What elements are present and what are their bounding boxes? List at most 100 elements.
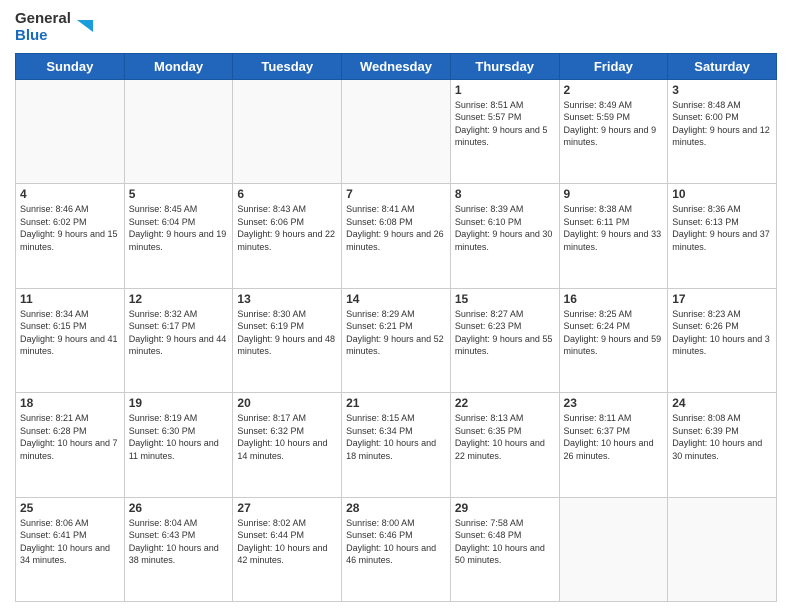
day-number: 23 xyxy=(564,396,664,410)
day-info: Sunrise: 8:48 AM Sunset: 6:00 PM Dayligh… xyxy=(672,99,772,149)
calendar-cell: 6 Sunrise: 8:43 AM Sunset: 6:06 PM Daylig… xyxy=(233,184,342,289)
calendar-week-1: 1Sunrise: 8:51 AM Sunset: 5:57 PM Daylig… xyxy=(16,79,777,184)
day-info: Sunrise: 8:45 AM Sunset: 6:04 PM Dayligh… xyxy=(129,203,229,253)
calendar-cell: 7 Sunrise: 8:41 AM Sunset: 6:08 PM Daylig… xyxy=(342,184,451,289)
day-number: 21 xyxy=(346,396,446,410)
calendar-cell: 20 Sunrise: 8:17 AM Sunset: 6:32 PM Dayli… xyxy=(233,393,342,498)
calendar-header: SundayMondayTuesdayWednesdayThursdayFrid… xyxy=(16,53,777,79)
day-number: 24 xyxy=(672,396,772,410)
day-number: 6 xyxy=(237,187,337,201)
day-info: Sunrise: 7:58 AM Sunset: 6:48 PM Dayligh… xyxy=(455,517,555,567)
day-number: 3 xyxy=(672,83,772,97)
calendar-cell xyxy=(668,497,777,602)
calendar-cell: 26 Sunrise: 8:04 AM Sunset: 6:43 PM Dayli… xyxy=(124,497,233,602)
day-number: 25 xyxy=(20,501,120,515)
calendar-cell: 1Sunrise: 8:51 AM Sunset: 5:57 PM Daylig… xyxy=(450,79,559,184)
header: General Blue xyxy=(15,10,777,45)
weekday-header-thursday: Thursday xyxy=(450,53,559,79)
calendar-cell: 12 Sunrise: 8:32 AM Sunset: 6:17 PM Dayli… xyxy=(124,288,233,393)
day-number: 22 xyxy=(455,396,555,410)
day-info: Sunrise: 8:04 AM Sunset: 6:43 PM Dayligh… xyxy=(129,517,229,567)
day-info: Sunrise: 8:34 AM Sunset: 6:15 PM Dayligh… xyxy=(20,308,120,358)
calendar-cell: 3 Sunrise: 8:48 AM Sunset: 6:00 PM Daylig… xyxy=(668,79,777,184)
day-number: 29 xyxy=(455,501,555,515)
day-info: Sunrise: 8:39 AM Sunset: 6:10 PM Dayligh… xyxy=(455,203,555,253)
logo-container: General Blue xyxy=(15,10,95,45)
day-info: Sunrise: 8:36 AM Sunset: 6:13 PM Dayligh… xyxy=(672,203,772,253)
weekday-header-tuesday: Tuesday xyxy=(233,53,342,79)
day-info: Sunrise: 8:15 AM Sunset: 6:34 PM Dayligh… xyxy=(346,412,446,462)
calendar-cell xyxy=(16,79,125,184)
day-number: 11 xyxy=(20,292,120,306)
calendar-cell: 25 Sunrise: 8:06 AM Sunset: 6:41 PM Dayli… xyxy=(16,497,125,602)
calendar-cell xyxy=(124,79,233,184)
calendar-cell: 21 Sunrise: 8:15 AM Sunset: 6:34 PM Dayli… xyxy=(342,393,451,498)
calendar-cell: 15 Sunrise: 8:27 AM Sunset: 6:23 PM Dayli… xyxy=(450,288,559,393)
calendar-cell: 19 Sunrise: 8:19 AM Sunset: 6:30 PM Dayli… xyxy=(124,393,233,498)
day-info: Sunrise: 8:41 AM Sunset: 6:08 PM Dayligh… xyxy=(346,203,446,253)
day-info: Sunrise: 8:27 AM Sunset: 6:23 PM Dayligh… xyxy=(455,308,555,358)
day-number: 16 xyxy=(564,292,664,306)
calendar-cell: 5 Sunrise: 8:45 AM Sunset: 6:04 PM Daylig… xyxy=(124,184,233,289)
calendar-cell: 16 Sunrise: 8:25 AM Sunset: 6:24 PM Dayli… xyxy=(559,288,668,393)
calendar-cell: 24Sunrise: 8:08 AM Sunset: 6:39 PM Dayli… xyxy=(668,393,777,498)
day-number: 19 xyxy=(129,396,229,410)
calendar-week-5: 25 Sunrise: 8:06 AM Sunset: 6:41 PM Dayli… xyxy=(16,497,777,602)
day-info: Sunrise: 8:11 AM Sunset: 6:37 PM Dayligh… xyxy=(564,412,664,462)
calendar-cell xyxy=(342,79,451,184)
calendar-cell: 9 Sunrise: 8:38 AM Sunset: 6:11 PM Daylig… xyxy=(559,184,668,289)
day-number: 5 xyxy=(129,187,229,201)
weekday-header-saturday: Saturday xyxy=(668,53,777,79)
day-info: Sunrise: 8:29 AM Sunset: 6:21 PM Dayligh… xyxy=(346,308,446,358)
calendar-cell: 11 Sunrise: 8:34 AM Sunset: 6:15 PM Dayli… xyxy=(16,288,125,393)
day-info: Sunrise: 8:17 AM Sunset: 6:32 PM Dayligh… xyxy=(237,412,337,462)
day-info: Sunrise: 8:06 AM Sunset: 6:41 PM Dayligh… xyxy=(20,517,120,567)
calendar-cell: 23 Sunrise: 8:11 AM Sunset: 6:37 PM Dayli… xyxy=(559,393,668,498)
day-number: 7 xyxy=(346,187,446,201)
day-number: 27 xyxy=(237,501,337,515)
day-info: Sunrise: 8:38 AM Sunset: 6:11 PM Dayligh… xyxy=(564,203,664,253)
day-info: Sunrise: 8:21 AM Sunset: 6:28 PM Dayligh… xyxy=(20,412,120,462)
day-info: Sunrise: 8:23 AM Sunset: 6:26 PM Dayligh… xyxy=(672,308,772,358)
logo: General Blue xyxy=(15,10,95,45)
day-info: Sunrise: 8:51 AM Sunset: 5:57 PM Dayligh… xyxy=(455,99,555,149)
weekday-header-wednesday: Wednesday xyxy=(342,53,451,79)
day-number: 26 xyxy=(129,501,229,515)
day-number: 4 xyxy=(20,187,120,201)
day-number: 14 xyxy=(346,292,446,306)
logo-text: General Blue xyxy=(15,10,71,45)
calendar-cell: 4Sunrise: 8:46 AM Sunset: 6:02 PM Daylig… xyxy=(16,184,125,289)
day-number: 18 xyxy=(20,396,120,410)
day-info: Sunrise: 8:32 AM Sunset: 6:17 PM Dayligh… xyxy=(129,308,229,358)
calendar-cell: 28Sunrise: 8:00 AM Sunset: 6:46 PM Dayli… xyxy=(342,497,451,602)
day-number: 17 xyxy=(672,292,772,306)
day-info: Sunrise: 8:30 AM Sunset: 6:19 PM Dayligh… xyxy=(237,308,337,358)
day-number: 20 xyxy=(237,396,337,410)
calendar-cell: 10Sunrise: 8:36 AM Sunset: 6:13 PM Dayli… xyxy=(668,184,777,289)
day-number: 9 xyxy=(564,187,664,201)
calendar-cell xyxy=(559,497,668,602)
calendar-cell: 22 Sunrise: 8:13 AM Sunset: 6:35 PM Dayli… xyxy=(450,393,559,498)
day-info: Sunrise: 8:13 AM Sunset: 6:35 PM Dayligh… xyxy=(455,412,555,462)
day-number: 28 xyxy=(346,501,446,515)
weekday-header-sunday: Sunday xyxy=(16,53,125,79)
weekday-header-monday: Monday xyxy=(124,53,233,79)
logo-triangle-icon xyxy=(73,16,95,38)
calendar-cell: 2Sunrise: 8:49 AM Sunset: 5:59 PM Daylig… xyxy=(559,79,668,184)
calendar-week-4: 18 Sunrise: 8:21 AM Sunset: 6:28 PM Dayli… xyxy=(16,393,777,498)
logo-general: General xyxy=(15,10,71,27)
weekday-header-friday: Friday xyxy=(559,53,668,79)
day-number: 12 xyxy=(129,292,229,306)
day-info: Sunrise: 8:25 AM Sunset: 6:24 PM Dayligh… xyxy=(564,308,664,358)
day-info: Sunrise: 8:19 AM Sunset: 6:30 PM Dayligh… xyxy=(129,412,229,462)
calendar-week-3: 11 Sunrise: 8:34 AM Sunset: 6:15 PM Dayli… xyxy=(16,288,777,393)
day-info: Sunrise: 8:49 AM Sunset: 5:59 PM Dayligh… xyxy=(564,99,664,149)
day-number: 13 xyxy=(237,292,337,306)
calendar-cell: 17 Sunrise: 8:23 AM Sunset: 6:26 PM Dayli… xyxy=(668,288,777,393)
calendar-cell: 18 Sunrise: 8:21 AM Sunset: 6:28 PM Dayli… xyxy=(16,393,125,498)
day-info: Sunrise: 8:43 AM Sunset: 6:06 PM Dayligh… xyxy=(237,203,337,253)
calendar-cell xyxy=(233,79,342,184)
day-number: 15 xyxy=(455,292,555,306)
calendar-cell: 27Sunrise: 8:02 AM Sunset: 6:44 PM Dayli… xyxy=(233,497,342,602)
calendar-week-2: 4Sunrise: 8:46 AM Sunset: 6:02 PM Daylig… xyxy=(16,184,777,289)
